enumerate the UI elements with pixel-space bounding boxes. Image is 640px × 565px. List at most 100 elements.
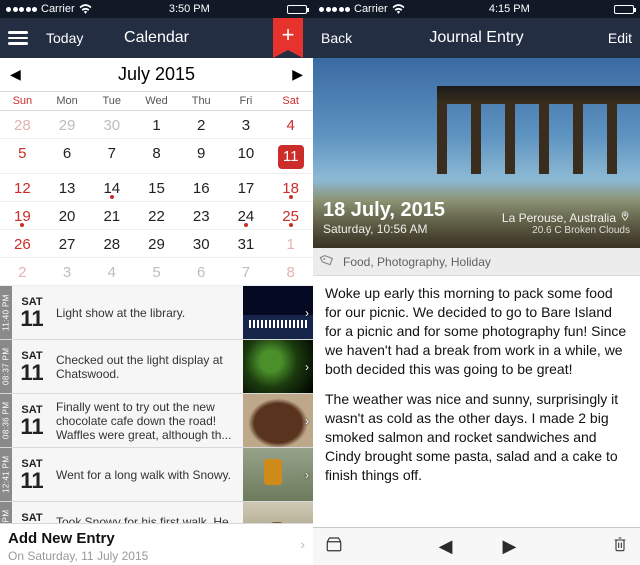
calendar-day[interactable]: 6 bbox=[179, 258, 224, 285]
entry-thumbnail: › bbox=[243, 394, 313, 447]
chevron-right-icon: › bbox=[305, 306, 309, 320]
entry-date-col: SAT11 bbox=[12, 340, 52, 393]
entry-thumbnail: › bbox=[243, 340, 313, 393]
month-switcher: ◀ July 2015 ▶ bbox=[0, 58, 313, 92]
calendar-day[interactable]: 3 bbox=[224, 111, 269, 138]
prev-entry-button[interactable]: ◀ bbox=[439, 536, 453, 557]
calendar-day[interactable]: 10 bbox=[224, 139, 269, 173]
bottom-toolbar: ◀ ▶ bbox=[313, 527, 640, 565]
battery-icon bbox=[614, 5, 634, 14]
calendar-day[interactable]: 2 bbox=[179, 111, 224, 138]
calendar-day[interactable]: 30 bbox=[89, 111, 134, 138]
calendar-day[interactable]: 29 bbox=[45, 111, 90, 138]
paragraph: Woke up early this morning to pack some … bbox=[325, 284, 628, 378]
calendar-day[interactable]: 29 bbox=[134, 230, 179, 257]
archive-button[interactable] bbox=[325, 535, 343, 558]
weekday-label: Mon bbox=[45, 92, 90, 110]
calendar-day[interactable]: 15 bbox=[134, 174, 179, 201]
calendar-day[interactable]: 16 bbox=[179, 174, 224, 201]
delete-button[interactable] bbox=[612, 535, 628, 558]
entry-time-label: 12:41 PM bbox=[0, 448, 12, 501]
calendar-day[interactable]: 3 bbox=[45, 258, 90, 285]
entry-date-col: SAT11 bbox=[12, 394, 52, 447]
weekday-header: SunMonTueWedThuFriSat bbox=[0, 92, 313, 111]
prev-month-button[interactable]: ◀ bbox=[10, 58, 21, 91]
list-item[interactable]: 08:36 PMSAT11Finally went to try out the… bbox=[0, 394, 313, 448]
entry-date-col: SAT11 bbox=[12, 286, 52, 339]
menu-button[interactable] bbox=[8, 31, 28, 45]
calendar-day[interactable]: 1 bbox=[134, 111, 179, 138]
weekday-label: Wed bbox=[134, 92, 179, 110]
calendar-day[interactable]: 31 bbox=[224, 230, 269, 257]
tags-bar[interactable]: Food, Photography, Holiday bbox=[313, 248, 640, 276]
calendar-day[interactable]: 28 bbox=[0, 111, 45, 138]
calendar-day[interactable]: 7 bbox=[224, 258, 269, 285]
entry-marker-icon bbox=[244, 223, 248, 227]
weekday-label: Sat bbox=[268, 92, 313, 110]
list-item[interactable]: 12:41 PMSAT11Went for a long walk with S… bbox=[0, 448, 313, 502]
tag-icon bbox=[318, 251, 338, 272]
entry-text: Finally went to try out the new chocolat… bbox=[52, 394, 243, 447]
entry-thumbnail: › bbox=[243, 448, 313, 501]
entry-time-label: 08:36 PM bbox=[0, 394, 12, 447]
chevron-right-icon: › bbox=[300, 536, 305, 552]
calendar-day[interactable]: 28 bbox=[89, 230, 134, 257]
calendar-day[interactable]: 11 bbox=[268, 139, 313, 173]
calendar-day[interactable]: 21 bbox=[89, 202, 134, 229]
calendar-day[interactable]: 19 bbox=[0, 202, 45, 229]
entry-body[interactable]: Woke up early this morning to pack some … bbox=[313, 276, 640, 527]
calendar-day[interactable]: 30 bbox=[179, 230, 224, 257]
calendar-day[interactable]: 26 bbox=[0, 230, 45, 257]
entry-list: 11:40 PMSAT11Light show at the library.›… bbox=[0, 286, 313, 523]
calendar-day[interactable]: 9 bbox=[179, 139, 224, 173]
location-pin-icon bbox=[620, 210, 630, 225]
journal-entry-screen: Carrier 4:15 PM Back Journal Entry Edit … bbox=[313, 0, 640, 565]
calendar-day[interactable]: 7 bbox=[89, 139, 134, 173]
entry-text: Checked out the light display at Chatswo… bbox=[52, 340, 243, 393]
calendar-day[interactable]: 18 bbox=[268, 174, 313, 201]
entry-text: Took Snowy for his first walk. He was su… bbox=[52, 502, 243, 523]
list-item[interactable]: 11:40 PMSAT11Light show at the library.› bbox=[0, 286, 313, 340]
calendar-day[interactable]: 8 bbox=[268, 258, 313, 285]
nav-title: Journal Entry bbox=[313, 29, 640, 47]
next-month-button[interactable]: ▶ bbox=[292, 58, 303, 91]
calendar-day[interactable]: 5 bbox=[0, 139, 45, 173]
carrier-label: Carrier bbox=[354, 3, 388, 15]
calendar-day[interactable]: 12 bbox=[0, 174, 45, 201]
add-entry-subtitle: On Saturday, 11 July 2015 bbox=[8, 549, 305, 563]
status-bar: Carrier 4:15 PM bbox=[313, 0, 640, 18]
chevron-right-icon: › bbox=[305, 522, 309, 524]
chevron-right-icon: › bbox=[305, 360, 309, 374]
add-entry-ribbon-button[interactable]: + bbox=[273, 18, 303, 58]
wifi-icon bbox=[392, 4, 405, 14]
calendar-day[interactable]: 13 bbox=[45, 174, 90, 201]
calendar-day[interactable]: 1 bbox=[268, 230, 313, 257]
today-button[interactable]: Today bbox=[46, 30, 83, 46]
calendar-day[interactable]: 23 bbox=[179, 202, 224, 229]
entry-text: Went for a long walk with Snowy. bbox=[52, 448, 243, 501]
calendar-day[interactable]: 27 bbox=[45, 230, 90, 257]
list-item[interactable]: 08:37 PMSAT11Checked out the light displ… bbox=[0, 340, 313, 394]
edit-button[interactable]: Edit bbox=[608, 30, 632, 46]
calendar-day[interactable]: 17 bbox=[224, 174, 269, 201]
calendar-day[interactable]: 2 bbox=[0, 258, 45, 285]
calendar-day[interactable]: 6 bbox=[45, 139, 90, 173]
calendar-day[interactable]: 5 bbox=[134, 258, 179, 285]
add-new-entry-row[interactable]: Add New Entry On Saturday, 11 July 2015 … bbox=[0, 523, 313, 565]
calendar-day[interactable]: 25 bbox=[268, 202, 313, 229]
list-item[interactable]: 12:29 PMSAT11Took Snowy for his first wa… bbox=[0, 502, 313, 523]
calendar-day[interactable]: 4 bbox=[89, 258, 134, 285]
hero-image[interactable]: 18 July, 2015 Saturday, 10:56 AM La Pero… bbox=[313, 58, 640, 248]
calendar-day[interactable]: 4 bbox=[268, 111, 313, 138]
entry-thumbnail: › bbox=[243, 502, 313, 523]
battery-icon bbox=[287, 5, 307, 14]
entry-date-col: SAT11 bbox=[12, 502, 52, 523]
calendar-day[interactable]: 14 bbox=[89, 174, 134, 201]
calendar-day[interactable]: 8 bbox=[134, 139, 179, 173]
calendar-day[interactable]: 22 bbox=[134, 202, 179, 229]
next-entry-button[interactable]: ▶ bbox=[503, 536, 517, 557]
calendar-day[interactable]: 24 bbox=[224, 202, 269, 229]
back-button[interactable]: Back bbox=[321, 30, 352, 46]
carrier-label: Carrier bbox=[41, 3, 75, 15]
calendar-day[interactable]: 20 bbox=[45, 202, 90, 229]
